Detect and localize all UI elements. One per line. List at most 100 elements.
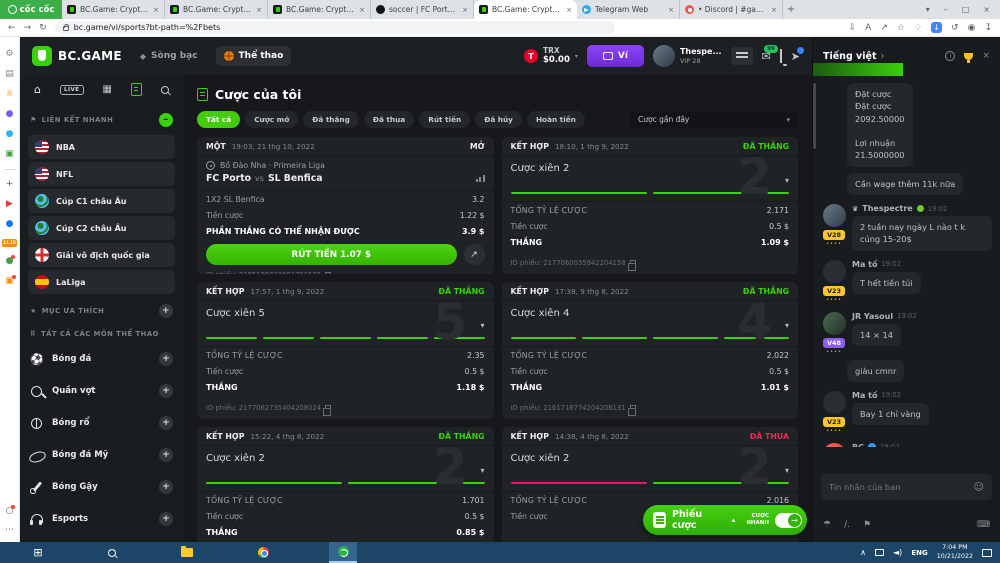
- sync-icon[interactable]: ↺: [951, 23, 959, 33]
- copy-icon[interactable]: [627, 405, 636, 416]
- messenger-icon[interactable]: ●: [6, 109, 14, 120]
- tab-bcgame-1[interactable]: BC.Game: Crypto Casino: [62, 0, 165, 19]
- expand-caret-icon[interactable]: ▾: [480, 321, 484, 330]
- coccoc-taskbar-icon[interactable]: [329, 542, 357, 563]
- input-language[interactable]: ENG: [911, 549, 927, 557]
- chat-username[interactable]: Ma tố: [852, 391, 877, 400]
- expand-icon[interactable]: +: [159, 416, 173, 430]
- sidebar-item-esports[interactable]: Esports +: [20, 503, 183, 535]
- filter-pill[interactable]: Đã thua: [363, 111, 415, 128]
- tab-bcgame-3[interactable]: BC.Game: Crypto Casino: [268, 0, 371, 19]
- tab-search-icon[interactable]: ▾: [926, 5, 930, 14]
- games-icon[interactable]: ▣: [5, 149, 14, 160]
- downloads-tray-icon[interactable]: ↧: [984, 23, 992, 33]
- expand-icon[interactable]: +: [159, 480, 173, 494]
- sidebar-item-basketball[interactable]: Bóng rổ +: [20, 407, 183, 439]
- sidebar-item-football[interactable]: ⚽ Bóng đá +: [20, 343, 183, 375]
- clock[interactable]: 7:04 PM 10/21/2022: [937, 544, 973, 560]
- chat-input[interactable]: [829, 482, 974, 492]
- tab-close-icon[interactable]: [359, 6, 365, 14]
- chat-language-tab[interactable]: Tiếng việt: [823, 51, 876, 62]
- copy-icon[interactable]: [325, 272, 332, 274]
- stats-icon[interactable]: [475, 175, 485, 182]
- sidebar-item-cricket[interactable]: Bóng Gậy +: [20, 471, 183, 503]
- user-chip[interactable]: Thespe... VIP 28: [652, 45, 722, 67]
- sidebar-quick-link[interactable]: LaLiga: [28, 270, 175, 294]
- forward-icon[interactable]: →: [24, 23, 32, 33]
- volume-icon[interactable]: ◄): [893, 548, 902, 557]
- quests-icon[interactable]: ➤: [791, 46, 804, 63]
- emoji-icon[interactable]: ☺: [974, 482, 984, 493]
- tab-discord[interactable]: • Discord | #games |: [680, 0, 783, 19]
- bc-mascot-avatar[interactable]: [822, 442, 846, 447]
- keyboard-icon[interactable]: ⌨: [977, 520, 990, 530]
- info-icon[interactable]: i: [945, 51, 956, 61]
- expand-icon[interactable]: +: [159, 352, 173, 366]
- youtube-icon[interactable]: ▶: [6, 199, 13, 210]
- expand-caret-icon[interactable]: ▾: [785, 176, 789, 185]
- maximize-button[interactable]: □: [962, 5, 970, 14]
- mail-icon[interactable]: ✉ 99: [762, 44, 778, 63]
- rain-icon[interactable]: ☂: [823, 520, 831, 530]
- chat-username[interactable]: Thespectre: [862, 204, 912, 213]
- avatar[interactable]: [822, 311, 846, 335]
- filter-pill[interactable]: Tất cả: [197, 111, 241, 128]
- notification-bell-icon[interactable]: ○: [6, 505, 16, 517]
- file-explorer-icon[interactable]: [173, 542, 201, 563]
- sidebar-quick-link[interactable]: Cúp C1 châu Âu: [28, 189, 175, 213]
- copy-icon[interactable]: [627, 260, 636, 271]
- tab-bcgame-active[interactable]: BC.Game: Crypto Casino: [474, 0, 577, 19]
- command-icon[interactable]: /.: [844, 520, 850, 530]
- tab-close-icon[interactable]: [153, 6, 159, 14]
- betslip-list-icon[interactable]: [730, 47, 753, 65]
- tab-close-icon[interactable]: [256, 6, 262, 14]
- download-page-icon[interactable]: ⇩: [849, 23, 857, 33]
- tray-expand-icon[interactable]: ∧: [860, 548, 866, 557]
- adblock-shield-icon[interactable]: ♢: [914, 23, 922, 33]
- chat-username[interactable]: BC: [852, 443, 864, 447]
- facebook-icon[interactable]: ●: [6, 219, 14, 230]
- rewards-crown-icon[interactable]: ♕: [5, 89, 13, 100]
- translate-icon[interactable]: A: [865, 23, 871, 33]
- chevron-right-icon[interactable]: ›: [880, 51, 884, 62]
- bcgame-logo[interactable]: BC.GAME: [32, 46, 122, 66]
- filter-pill[interactable]: Đã thắng: [303, 111, 359, 128]
- expand-caret-icon[interactable]: ▾: [785, 466, 789, 475]
- profile-icon[interactable]: ◉: [968, 23, 976, 33]
- feed-icon[interactable]: ▤: [5, 69, 14, 80]
- filter-pill[interactable]: Đã hủy: [475, 111, 522, 128]
- taskbar-search-icon[interactable]: [98, 542, 126, 563]
- share-bet-icon[interactable]: ↗: [463, 244, 485, 265]
- nav-sports[interactable]: Thể thao: [215, 46, 292, 66]
- more-icon[interactable]: ⋯: [5, 525, 14, 536]
- wallet-button[interactable]: Ví: [586, 45, 644, 67]
- tab-close-icon[interactable]: [566, 6, 572, 14]
- filter-pill[interactable]: Hoàn tiền: [526, 111, 585, 128]
- network-icon[interactable]: [875, 549, 885, 556]
- currency-selector[interactable]: T TRX $0.00 ▾: [523, 46, 578, 65]
- add-favorite-button[interactable]: +: [159, 304, 173, 318]
- quick-bet-toggle[interactable]: [775, 512, 802, 528]
- sidebar-quick-link[interactable]: NBA: [28, 135, 175, 159]
- store-icon[interactable]: ●: [6, 255, 16, 267]
- tab-close-icon[interactable]: [668, 6, 674, 14]
- copy-icon[interactable]: [323, 405, 332, 416]
- sidebar-item-fifa[interactable]: FIFA+: [20, 535, 183, 542]
- sidebar-item-american-football[interactable]: Bóng đá Mỹ +: [20, 439, 183, 471]
- rail-divider[interactable]: [3, 169, 16, 170]
- tab-telegram[interactable]: Telegram Web: [577, 0, 680, 19]
- minimize-button[interactable]: –: [944, 5, 948, 14]
- avatar[interactable]: [822, 390, 846, 414]
- live-icon[interactable]: LIVE: [59, 84, 84, 95]
- expand-caret-icon[interactable]: ▾: [785, 321, 789, 330]
- filter-pill[interactable]: Cược mở: [245, 111, 299, 128]
- sidebar-quick-link[interactable]: Cúp C2 châu Âu: [28, 216, 175, 240]
- settings-icon[interactable]: ⚙: [5, 49, 13, 60]
- action-center-icon[interactable]: [982, 548, 992, 557]
- back-icon[interactable]: ←: [8, 23, 16, 33]
- expand-icon[interactable]: +: [159, 384, 173, 398]
- url-box[interactable]: bc.game/vi/sports?bt-path=%2Fbets: [54, 21, 615, 34]
- collapse-button[interactable]: –: [159, 113, 173, 127]
- schedule-icon[interactable]: ▦: [103, 84, 112, 95]
- coccoc-brand-button[interactable]: cốc cốc: [0, 0, 62, 19]
